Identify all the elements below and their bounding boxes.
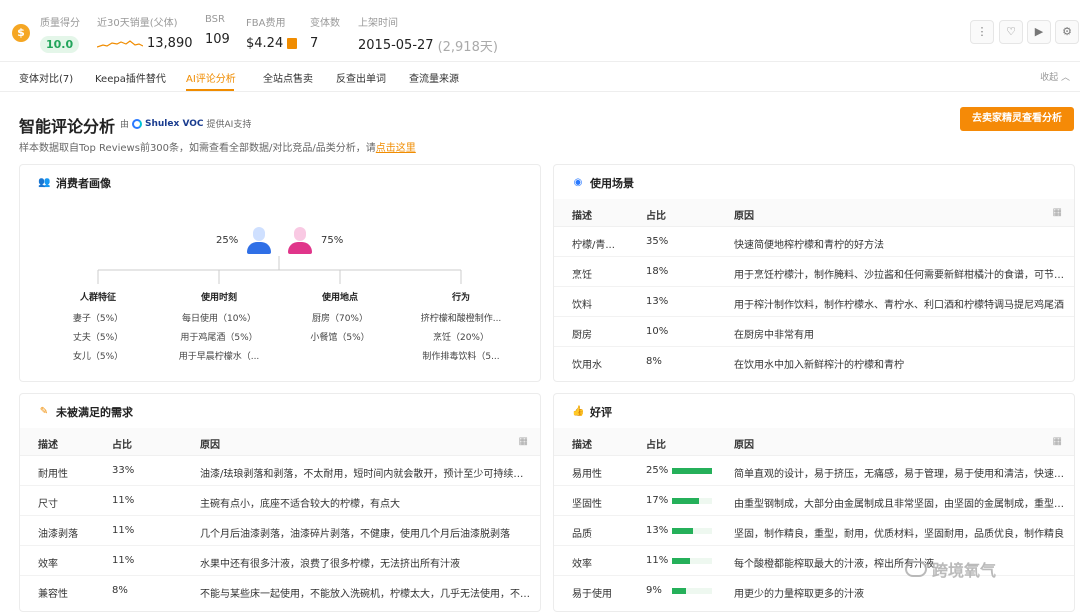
tab-all-sites[interactable]: 全站点售卖 <box>263 70 313 85</box>
table-row: 油漆剥落 11% 几个月后油漆剥落，油漆碎片剥落，不健康，使用几个月后油漆脱剥落 <box>20 516 540 546</box>
coin-icon: $ <box>12 24 30 42</box>
table-row: 易用性 25% 简单直观的设计，易于挤压，无痛感，易于管理，易于使用和清洁，快速便.… <box>554 456 1074 486</box>
quality-label: 质量得分 <box>40 18 80 29</box>
shulex-logo-icon <box>132 118 143 129</box>
scenes-title: 使用场景 <box>590 177 634 190</box>
table-row: 尺寸 11% 主碗有点小，底座不适合较大的柠檬，有点大 <box>20 486 540 516</box>
table-row: 烹饪 18% 用于烹饪柠檬汁，制作腌料、沙拉酱和任何需要新鲜柑橘汁的食谱，可节省..… <box>554 257 1074 287</box>
usage-scenes-card: ◉ 使用场景 描述 占比 原因 ▦ 柠檬/青... 35% 快速简便地榨柠檬和青柠的好… <box>553 164 1075 382</box>
listed-days: (2,918天) <box>437 40 498 55</box>
tab-traffic-sources[interactable]: 查流量来源 <box>409 70 459 85</box>
listed-date: 2015-05-27 <box>358 38 434 53</box>
listed-metric: 上架时间 2015-05-27 (2,918天) <box>358 14 498 55</box>
table-row: 耐用性 33% 油漆/珐琅剥落和剥落，不太耐用，短时间内就会散开，预计至少可持续几个… <box>20 456 540 486</box>
tab-keepa[interactable]: Keepa插件替代 <box>95 70 166 85</box>
persona-item: 厨房（70%） <box>311 314 368 324</box>
edit-icon: ✎ <box>39 406 49 417</box>
table-row: 柠檬/青... 35% 快速简便地榨柠檬和青柠的好方法 <box>554 227 1074 257</box>
table-row: 饮用水 8% 在饮用水中加入新鲜榨汁的柠檬和青柠 <box>572 356 904 371</box>
click-here-link[interactable]: 点击这里 <box>376 143 416 154</box>
quality-score-badge: 10.0 <box>40 36 80 53</box>
unmet-table-header: 描述 占比 原因 ▦ <box>20 428 540 456</box>
persona-col-usage-place: 使用地点 <box>321 293 358 303</box>
table-row: 品质 13% 坚固，制作精良，重型，耐用，优质材料，坚固耐用，品质优良，制作精良 <box>554 516 1074 546</box>
fba-label: FBA费用 <box>246 18 286 29</box>
male-avatar-icon <box>245 227 273 255</box>
variants-value: 7 <box>310 36 319 51</box>
heart-icon[interactable]: ♡ <box>999 20 1023 44</box>
quality-metric: 质量得分 10.0 <box>40 14 80 53</box>
bsr-label: BSR <box>205 14 225 25</box>
video-icon[interactable]: ▶ <box>1027 20 1051 44</box>
watermark: 跨境氧气 <box>905 557 996 581</box>
persona-item: 用于早晨柠檬水（... <box>178 352 260 362</box>
sample-description: 样本数据取自Top Reviews前300条，如需查看全部数据/对比竞品/品类分… <box>19 143 416 154</box>
collapse-button[interactable]: 收起 ︿ <box>1040 70 1070 83</box>
table-row: 效率 11% 水果中还有很多汁液，浪费了很多柠檬，无法挤出所有汁液 <box>20 546 540 576</box>
sales-value: 13,890 <box>147 36 193 51</box>
persona-item: 制作排毒饮料（5... <box>422 352 500 362</box>
fba-value: $4.24 <box>246 36 284 51</box>
table-row: 饮料 13% 用于榨汁制作饮料，制作柠檬水、青柠水、利口酒和柠檬特调马提尼鸡尾酒 <box>554 287 1074 317</box>
grid-icon[interactable]: ▦ <box>1053 436 1062 447</box>
tab-variants[interactable]: 变体对比(7) <box>19 70 73 85</box>
praise-ratio-bar <box>672 498 712 504</box>
praise-ratio-bar <box>672 588 712 594</box>
product-metrics-bar: $ 质量得分 10.0 近30天销量(父体) 13,890 BSR 109 FB… <box>0 0 1080 62</box>
praise-ratio-bar <box>672 468 712 474</box>
unmet-needs-card: ✎ 未被满足的需求 描述 占比 原因 ▦ 耐用性 33% 油漆/珐琅剥落和剥落，不太耐… <box>19 393 541 612</box>
persona-item: 丈夫（5%） <box>72 333 124 343</box>
persona-item: 每日使用（10%） <box>181 314 256 324</box>
grid-icon[interactable]: ▦ <box>1053 207 1062 218</box>
persona-item: 小餐馆（5%） <box>310 333 370 343</box>
calculator-icon[interactable] <box>287 38 298 49</box>
tab-bar: 变体对比(7) Keepa插件替代 AI评论分析 全站点售卖 反查出单词 查流量… <box>0 62 1080 92</box>
sales-label: 近30天销量(父体) <box>97 18 178 29</box>
sales-metric: 近30天销量(父体) 13,890 <box>97 14 193 51</box>
persona-item: 妻子（5%） <box>72 314 124 324</box>
persona-item: 女儿（5%） <box>72 352 124 362</box>
wechat-icon <box>905 561 927 577</box>
unmet-title: 未被满足的需求 <box>56 406 133 419</box>
female-percentage: 75% <box>321 235 344 246</box>
view-analysis-button[interactable]: 去卖家精灵查看分析 <box>960 107 1074 131</box>
grid-icon[interactable]: ▦ <box>519 436 528 447</box>
praise-ratio-bar <box>672 558 712 564</box>
users-icon: 👥 <box>38 177 51 188</box>
variants-label: 变体数 <box>310 18 340 29</box>
praise-table-header: 描述 占比 原因 ▦ <box>554 428 1074 456</box>
tab-ai-review[interactable]: AI评论分析 <box>186 70 236 85</box>
settings-icon[interactable]: ⚙ <box>1055 20 1079 44</box>
persona-col-usage-time: 使用时刻 <box>200 293 237 303</box>
listed-label: 上架时间 <box>358 18 398 29</box>
persona-col-behavior: 行为 <box>451 293 470 303</box>
location-pin-icon: ◉ <box>573 177 583 188</box>
female-avatar-icon <box>286 227 314 255</box>
persona-item: 烹饪（20%） <box>432 333 489 343</box>
page-title: 智能评论分析 <box>19 117 116 136</box>
table-row: 厨房 10% 在厨房中非常有用 <box>554 317 1074 347</box>
praise-ratio-bar <box>672 528 712 534</box>
provider-brand: Shulex VOC <box>145 118 204 129</box>
male-percentage: 25% <box>216 235 239 246</box>
praise-title: 好评 <box>590 406 612 419</box>
more-icon[interactable]: ⋮ <box>970 20 994 44</box>
persona-item: 用于鸡尾酒（5%） <box>180 333 258 343</box>
persona-col-demographics: 人群特征 <box>79 293 116 303</box>
fba-metric: FBA费用 $4.24 <box>246 14 298 51</box>
thumbs-up-icon: 👍 <box>572 406 585 417</box>
tab-reverse-keywords[interactable]: 反查出单词 <box>336 70 386 85</box>
praise-card: 👍 好评 描述 占比 原因 ▦ 易用性 25% 简单直观的设计，易于挤压，无痛感，易于… <box>553 393 1075 612</box>
table-row: 兼容性 8% 不能与某些床一起使用，不能放入洗碗机，柠檬太大，几乎无法使用，不能..… <box>38 585 532 600</box>
provider-credit: 由 Shulex VOC 提供AI支持 <box>120 118 252 130</box>
table-row: 坚固性 17% 由重型钢制成，大部分由金属制成且非常坚固，由坚固的金属制成，重型，.… <box>554 486 1074 516</box>
bsr-value: 109 <box>205 32 230 47</box>
active-tab-indicator <box>186 89 234 91</box>
persona-item: 挤柠檬和酸橙制作... <box>420 314 502 324</box>
persona-title: 消费者画像 <box>56 177 111 190</box>
variants-metric: 变体数 7 <box>310 14 340 51</box>
bsr-metric: BSR 109 <box>205 14 230 47</box>
sales-sparkline-icon <box>97 39 143 48</box>
scenes-table-header: 描述 占比 原因 ▦ <box>554 199 1074 227</box>
